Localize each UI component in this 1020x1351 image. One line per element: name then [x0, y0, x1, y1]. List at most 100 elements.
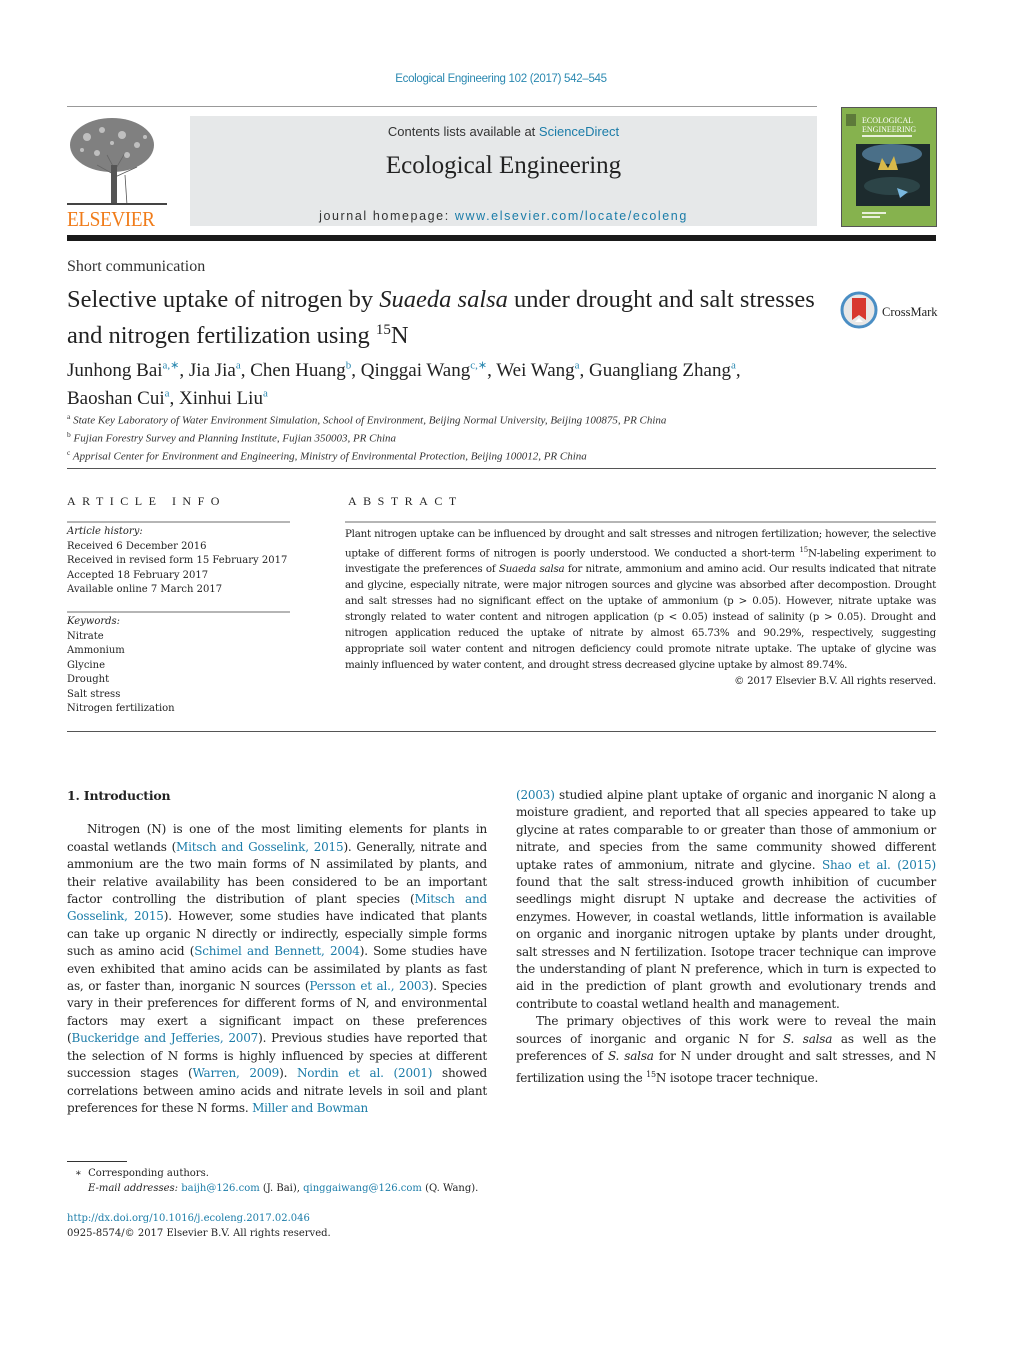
- header-divider: [67, 106, 817, 107]
- affiliation-key: b: [67, 430, 71, 440]
- author-separator: ,: [735, 360, 741, 382]
- doi-link[interactable]: http://dx.doi.org/10.1016/j.ecoleng.2017…: [67, 1212, 331, 1227]
- cover-title-line1: ECOLOGICAL: [862, 116, 913, 125]
- abstract-heading: ABSTRACT: [348, 494, 463, 508]
- history-item: Available online 7 March 2017: [67, 584, 223, 595]
- keyword: Ammonium: [67, 645, 125, 656]
- author[interactable]: Guangliang Zhanga,: [589, 360, 741, 381]
- author-separator: ,: [579, 360, 590, 382]
- abstract-divider: [345, 521, 936, 523]
- author[interactable]: Jia Jiaa,: [189, 360, 250, 381]
- affiliation-item: a State Key Laboratory of Water Environm…: [67, 410, 937, 428]
- author[interactable]: Qinggai Wangc,∗,: [361, 360, 497, 381]
- keywords: Keywords: Nitrate Ammonium Glycine Droug…: [67, 615, 175, 717]
- citation-link[interactable]: Warren, 2009: [192, 1066, 279, 1080]
- sciencedirect-link[interactable]: ScienceDirect: [539, 124, 619, 139]
- author[interactable]: Junhong Baia,∗,: [67, 360, 189, 381]
- history-label: Article history:: [67, 526, 143, 537]
- keyword: Salt stress: [67, 688, 121, 700]
- keywords-label: Keywords:: [67, 616, 121, 627]
- superscript: 15: [646, 1069, 656, 1079]
- author-name[interactable]: Chen Huang: [250, 360, 346, 381]
- affiliation-list: a State Key Laboratory of Water Environm…: [67, 410, 937, 464]
- species-name: S. salsa: [782, 1031, 833, 1046]
- journal-citation-link[interactable]: Ecological Engineering 102 (2017) 542–54…: [0, 73, 1002, 85]
- title-end: N: [390, 322, 409, 350]
- footnote-star: ∗: [75, 1168, 82, 1179]
- intro-paragraph-1-continued: (2003) studied alpine plant uptake of or…: [516, 787, 936, 1013]
- title-species: Suaeda salsa: [379, 286, 508, 313]
- author[interactable]: Baoshan Cuia,: [67, 387, 179, 409]
- crossmark-button[interactable]: CrossMark: [840, 291, 938, 333]
- author-list: Junhong Baia,∗, Jia Jiaa, Chen Huangb, Q…: [67, 355, 847, 410]
- author-separator: ,: [240, 360, 251, 382]
- author-affiliation-marker[interactable]: a,∗: [163, 360, 180, 372]
- body-column-right: (2003) studied alpine plant uptake of or…: [516, 787, 936, 1087]
- species-name: S. salsa: [607, 1049, 654, 1064]
- article-info-heading: ARTICLE INFO: [67, 494, 226, 508]
- citation-link[interactable]: Miller and Bowman: [252, 1101, 368, 1115]
- title-part1: Selective uptake of nitrogen by: [67, 286, 380, 313]
- citation-link[interactable]: Buckeridge and Jefferies, 2007: [71, 1031, 258, 1045]
- author-affiliation-marker[interactable]: a: [263, 387, 268, 399]
- email-owner: (Q. Wang).: [421, 1182, 479, 1194]
- footnotes: ∗ Corresponding authors. E-mail addresse…: [75, 1167, 478, 1196]
- abstract-body: Plant nitrogen uptake can be influenced …: [345, 526, 936, 689]
- author-name[interactable]: Jia Jia: [189, 360, 236, 381]
- title-isotope-sup: 15: [375, 322, 391, 338]
- author-name[interactable]: Wei Wang: [496, 360, 574, 381]
- citation-link[interactable]: (2003): [516, 788, 555, 802]
- author-separator: ,: [179, 360, 189, 382]
- email-addresses: E-mail addresses: baijh@126.com (J. Bai)…: [75, 1182, 478, 1197]
- author-affiliation-marker[interactable]: c,∗: [470, 360, 487, 372]
- affiliation-item: c Apprisal Center for Environment and En…: [67, 446, 937, 464]
- intro-paragraph-1: Nitrogen (N) is one of the most limiting…: [67, 821, 487, 1117]
- citation-link[interactable]: Shao et al. (2015): [822, 858, 936, 872]
- author-name[interactable]: Qinggai Wang: [361, 360, 470, 381]
- author[interactable]: Chen Huangb,: [250, 360, 361, 381]
- affiliation-item: b Fujian Forestry Survey and Planning In…: [67, 428, 937, 446]
- homepage-prefix: journal homepage:: [319, 209, 455, 223]
- affiliation-divider: [67, 468, 936, 469]
- email-link-bai[interactable]: baijh@126.com: [181, 1183, 259, 1194]
- journal-name: Ecological Engineering: [385, 152, 622, 179]
- body-text: ).: [279, 1066, 297, 1081]
- crossmark-label: CrossMark: [882, 304, 938, 319]
- author-separator: ,: [487, 360, 497, 382]
- journal-homepage-link[interactable]: www.elsevier.com/locate/ecoleng: [455, 209, 688, 223]
- author[interactable]: Wei Wanga,: [496, 360, 589, 381]
- author-name[interactable]: Guangliang Zhang: [589, 360, 731, 381]
- keyword: Nitrogen fertilization: [67, 703, 175, 714]
- cover-title-line2: ENGINEERING: [862, 125, 916, 134]
- author-name[interactable]: Baoshan Cui: [67, 388, 165, 409]
- crossmark-icon: [840, 291, 878, 333]
- affiliation-text: Fujian Forestry Survey and Planning Inst…: [73, 432, 397, 445]
- issn-copyright: 0925-8574/© 2017 Elsevier B.V. All right…: [67, 1227, 331, 1239]
- author-name[interactable]: Xinhui Liu: [179, 388, 263, 409]
- citation-link[interactable]: Persson et al., 2003: [309, 979, 429, 993]
- author[interactable]: Xinhui Liua: [179, 387, 268, 409]
- citation-link[interactable]: Nordin et al. (2001): [297, 1066, 432, 1080]
- citation-link[interactable]: Mitsch and Gosselink, 2015: [176, 840, 344, 854]
- author-name[interactable]: Junhong Bai: [67, 360, 163, 381]
- abstract-text: Plant nitrogen uptake can be influenced …: [345, 526, 936, 673]
- elsevier-wordmark: ELSEVIER: [67, 207, 155, 231]
- keyword: Glycine: [67, 659, 105, 671]
- abstract-end-divider: [67, 731, 936, 732]
- footnote-divider: [67, 1161, 127, 1162]
- article-type: Short communication: [67, 258, 206, 275]
- journal-masthead: Contents lists available at ScienceDirec…: [190, 116, 817, 226]
- email-label: E-mail addresses:: [88, 1182, 179, 1194]
- affiliation-text: State Key Laboratory of Water Environmen…: [73, 414, 667, 427]
- article-history: Article history: Received 6 December 201…: [67, 525, 287, 598]
- email-owner: (J. Bai),: [259, 1182, 304, 1194]
- abstract-part3: for nitrate, ammonium and amino acid. Ou…: [345, 563, 936, 672]
- email-link-wang[interactable]: qinggaiwang@126.com: [303, 1183, 422, 1194]
- history-item: Received 6 December 2016: [67, 540, 207, 552]
- article-info-divider: [67, 521, 290, 523]
- affiliation-key: c: [67, 448, 71, 458]
- corresponding-author-note: ∗ Corresponding authors.: [75, 1167, 478, 1182]
- citation-link[interactable]: Schimel and Bennett, 2004: [194, 944, 360, 958]
- journal-cover-thumbnail[interactable]: ECOLOGICAL ENGINEERING: [841, 107, 937, 227]
- affiliation-key: a: [67, 412, 71, 421]
